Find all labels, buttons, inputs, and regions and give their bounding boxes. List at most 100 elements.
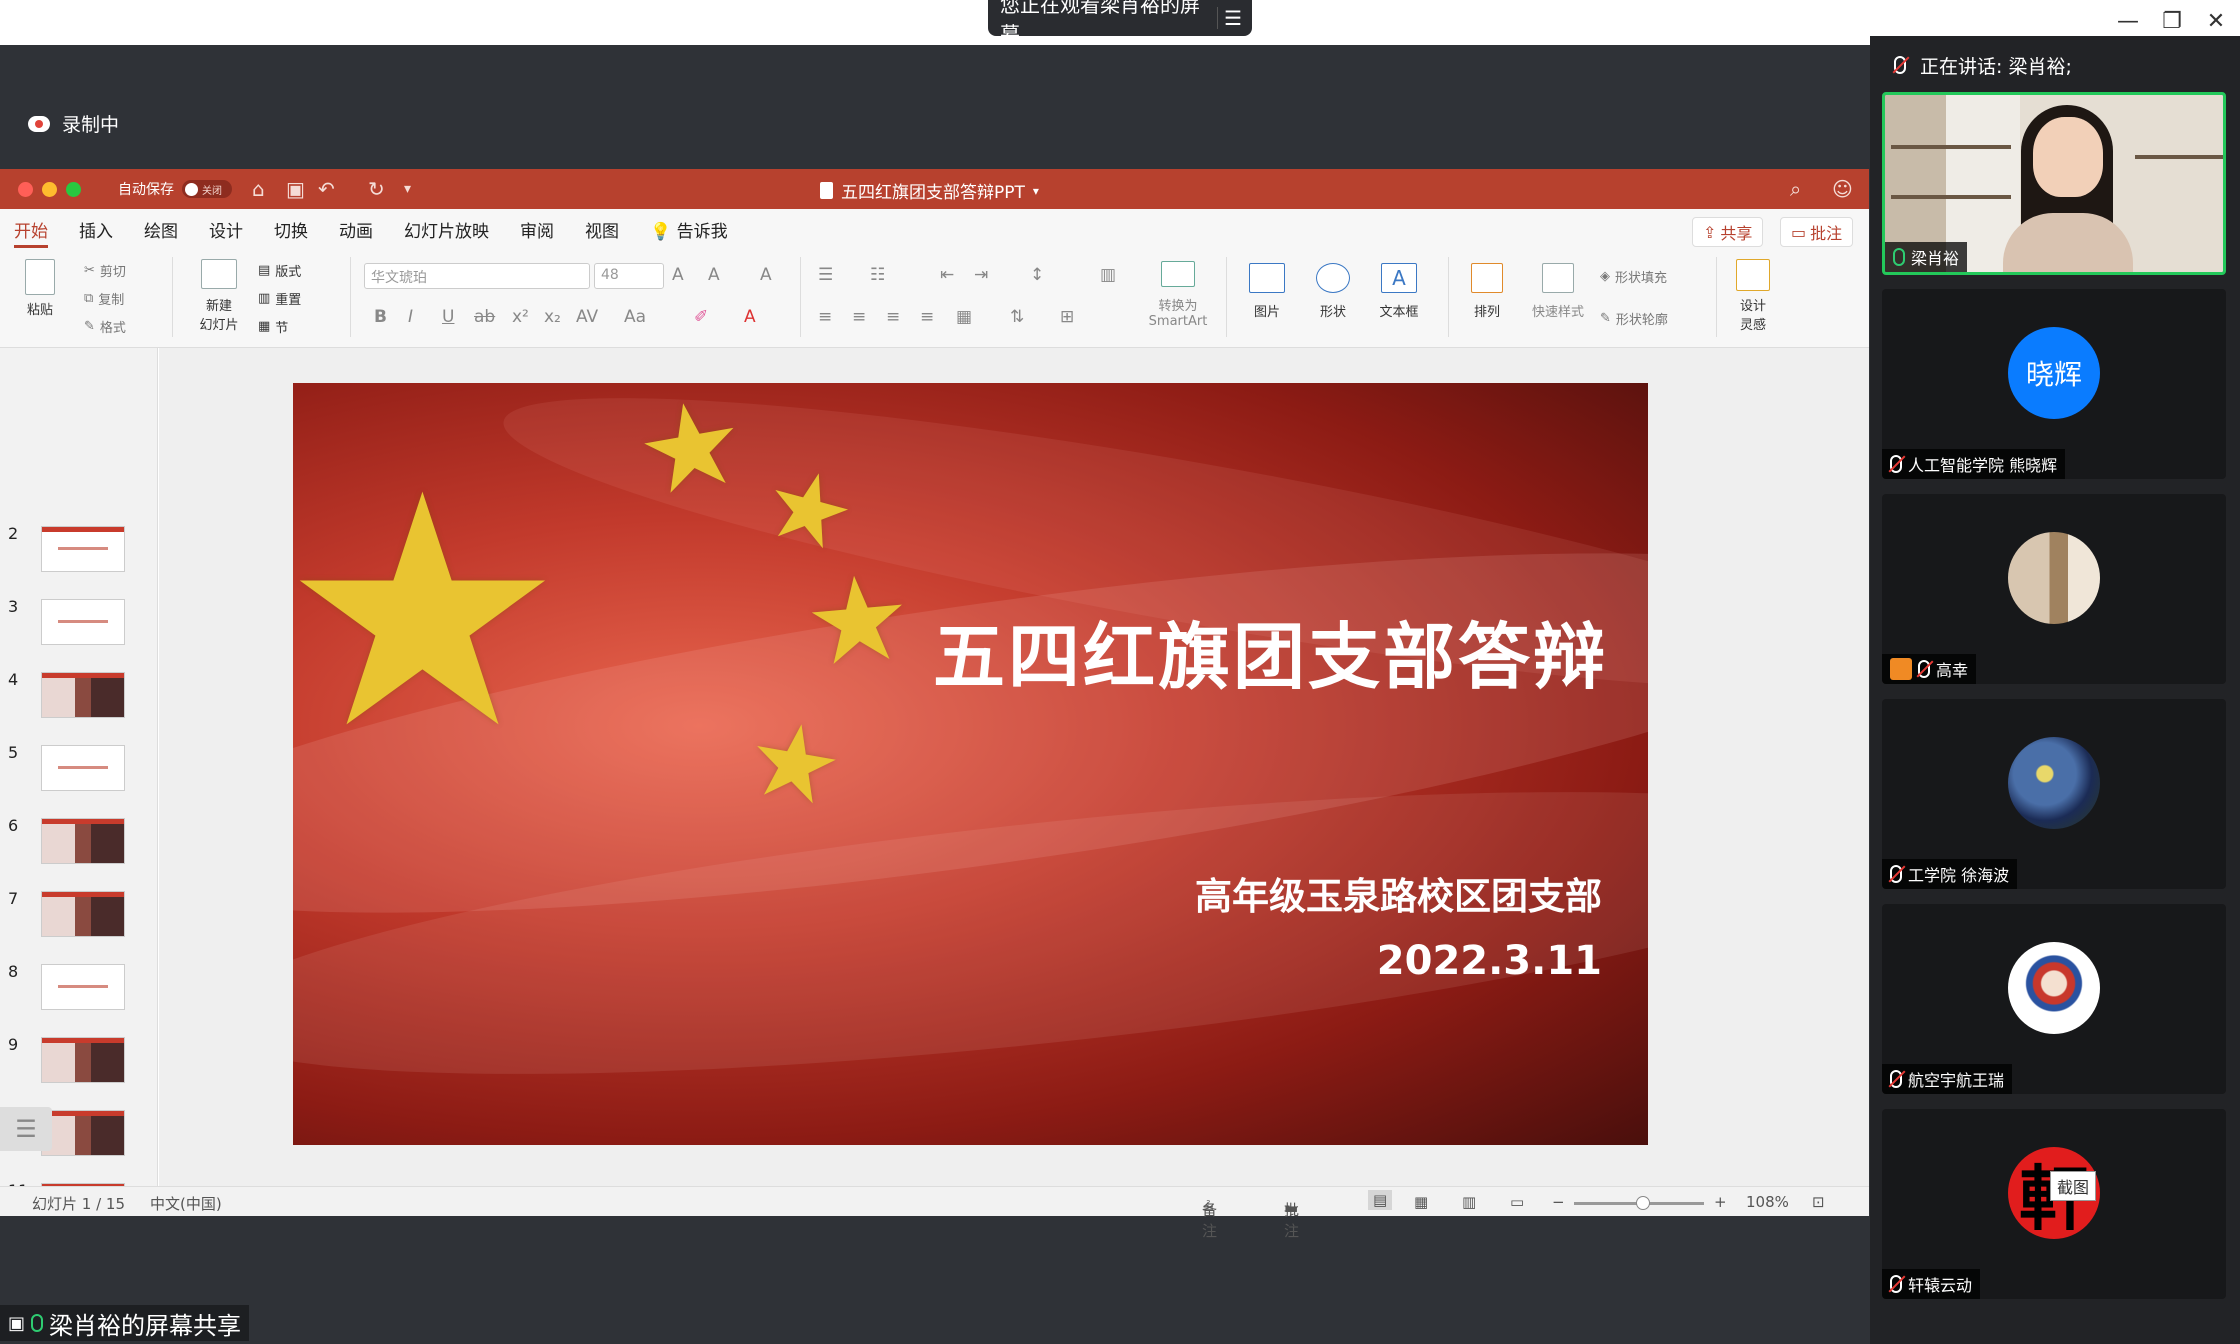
slide-thumbnail[interactable] [41, 599, 125, 645]
participant-tile[interactable]: 軒 截图 轩辕云动 [1882, 1109, 2226, 1299]
highlight-icon[interactable]: ✐ [694, 307, 708, 327]
undo-icon[interactable]: ↶ [318, 177, 335, 201]
bullets-icon[interactable]: ☰ [818, 265, 833, 285]
clear-format-icon[interactable]: A [760, 265, 772, 285]
copy-button[interactable]: ⧉ 复制 [84, 289, 124, 308]
shape-button[interactable]: 形状 [1306, 263, 1360, 320]
slide-thumbnail[interactable] [41, 818, 125, 864]
align-right-icon[interactable]: ≡ [886, 307, 900, 327]
zoom-traffic-light[interactable] [66, 182, 81, 197]
participant-tile[interactable]: 晓辉 人工智能学院 熊晓辉 [1882, 289, 2226, 479]
zoom-in-icon[interactable]: + [1714, 1193, 1727, 1211]
comments-button[interactable]: ▭ 批注 [1780, 217, 1854, 247]
reset-button[interactable]: ▥ 重置 [258, 289, 301, 308]
decrease-font-icon[interactable]: A [708, 265, 720, 285]
strikethrough-icon[interactable]: ab [474, 307, 495, 327]
columns-icon[interactable]: ▥ [1100, 265, 1116, 285]
new-slide-button[interactable]: 新建 幻灯片 [192, 259, 246, 333]
slide-title[interactable]: 五四红旗团支部答辩 [933, 598, 1608, 703]
decrease-indent-icon[interactable]: ⇤ [940, 265, 954, 285]
tab-review[interactable]: 审阅 [520, 217, 554, 242]
restore-button[interactable]: ❐ [2154, 6, 2190, 36]
shape-fill-button[interactable]: ◈ 形状填充 [1600, 267, 1667, 286]
zoom-slider-thumb[interactable] [1636, 1196, 1650, 1210]
bold-icon[interactable]: B [374, 307, 387, 327]
tab-tell-me[interactable]: 💡 告诉我 [650, 217, 728, 242]
current-slide[interactable]: ★ ★ ★ ★ ★ 五四红旗团支部答辩 高年级玉泉路校区团支部 2022.3.1… [293, 383, 1648, 1145]
participant-tile[interactable]: 工学院 徐海波 [1882, 699, 2226, 889]
list-icon[interactable]: ☰ [1224, 6, 1242, 30]
tab-transitions[interactable]: 切换 [274, 217, 308, 242]
textbox-button[interactable]: A 文本框 [1372, 263, 1426, 320]
text-direction-icon[interactable]: ⇅ [1010, 307, 1024, 327]
slide-thumbnail[interactable] [41, 745, 125, 791]
tab-design[interactable]: 设计 [209, 217, 243, 242]
format-painter-button[interactable]: ✎ 格式 [84, 317, 126, 336]
font-color-icon[interactable]: A [744, 307, 756, 327]
chevron-down-icon[interactable]: ▾ [1033, 184, 1039, 198]
tab-home[interactable]: 开始 [14, 217, 48, 248]
account-icon[interactable]: ☺ [1832, 177, 1853, 201]
participant-tile[interactable]: 航空宇航王瑞 [1882, 904, 2226, 1094]
font-name-select[interactable]: 华文琥珀 [364, 263, 590, 289]
arrange-button[interactable]: 排列 [1460, 263, 1514, 320]
convert-smartart-button[interactable]: 转换为 SmartArt [1140, 261, 1216, 329]
minimize-button[interactable]: — [2110, 6, 2146, 36]
font-size-select[interactable]: 48 [594, 263, 664, 289]
superscript-icon[interactable]: x² [512, 307, 529, 327]
justify-icon[interactable]: ≡ [920, 307, 934, 327]
layout-button[interactable]: ▤ 版式 [258, 261, 301, 280]
underline-icon[interactable]: U [442, 307, 454, 327]
align-text-icon[interactable]: ⊞ [1060, 307, 1074, 327]
increase-font-icon[interactable]: A [672, 265, 684, 285]
save-icon[interactable]: ▣ [286, 177, 305, 201]
share-button[interactable]: ⇪ 共享 [1692, 217, 1764, 247]
shape-outline-button[interactable]: ✎ 形状轮廓 [1600, 309, 1668, 328]
distributed-icon[interactable]: ▦ [956, 307, 972, 327]
language[interactable]: 中文(中国) [150, 1193, 222, 1214]
change-case-icon[interactable]: Aa [624, 307, 646, 327]
minimize-traffic-light[interactable] [42, 182, 57, 197]
slide-subtitle[interactable]: 高年级玉泉路校区团支部 [1195, 866, 1602, 920]
autosave-toggle[interactable]: 关闭 [182, 180, 232, 198]
outline-view-icon[interactable]: ☰ [0, 1107, 52, 1151]
autosave[interactable]: 自动保存 关闭 [118, 179, 232, 199]
slide-thumbnail[interactable] [41, 526, 125, 572]
participant-tile[interactable]: 梁肖裕 [1882, 92, 2226, 275]
designer-button[interactable]: 设计 灵感 [1728, 259, 1778, 333]
viewing-banner[interactable]: 您正在观看梁肖裕的屏幕 ☰ [988, 0, 1252, 46]
slide-thumbnail[interactable] [41, 1110, 125, 1156]
normal-view-icon[interactable]: ▤ [1368, 1190, 1393, 1210]
paste-button[interactable]: 粘贴 [18, 259, 62, 318]
tab-view[interactable]: 视图 [585, 217, 619, 242]
subscript-icon[interactable]: x₂ [544, 307, 561, 327]
slide-date[interactable]: 2022.3.11 [1377, 938, 1602, 984]
picture-button[interactable]: 图片 [1240, 263, 1294, 320]
redo-icon[interactable]: ↻ [368, 177, 385, 201]
increase-indent-icon[interactable]: ⇥ [974, 265, 988, 285]
slide-thumbnail[interactable] [41, 964, 125, 1010]
align-left-icon[interactable]: ≡ [818, 307, 832, 327]
close-button[interactable]: ✕ [2198, 6, 2234, 36]
search-icon[interactable]: ⌕ [1790, 177, 1801, 201]
slide-thumbnail[interactable] [41, 672, 125, 718]
numbering-icon[interactable]: ☷ [870, 265, 885, 285]
tab-insert[interactable]: 插入 [79, 217, 113, 242]
quick-styles-button[interactable]: 快速样式 [1526, 263, 1590, 320]
reading-view-icon[interactable]: ▥ [1462, 1193, 1476, 1211]
zoom-out-icon[interactable]: − [1552, 1193, 1565, 1211]
close-traffic-light[interactable] [18, 182, 33, 197]
line-spacing-icon[interactable]: ↕ [1030, 265, 1044, 285]
home-icon[interactable]: ⌂ [252, 177, 265, 201]
fit-to-window-icon[interactable]: ⊡ [1812, 1193, 1825, 1211]
participant-tile[interactable]: 高幸 [1882, 494, 2226, 684]
customize-toolbar-icon[interactable]: ▾ [404, 181, 411, 197]
align-center-icon[interactable]: ≡ [852, 307, 866, 327]
section-button[interactable]: ▦ 节 [258, 317, 288, 336]
italic-icon[interactable]: I [408, 307, 413, 327]
slide-thumbnail[interactable] [41, 891, 125, 937]
char-spacing-icon[interactable]: AV [576, 307, 598, 327]
cut-button[interactable]: ✂ 剪切 [84, 261, 126, 280]
tab-draw[interactable]: 绘图 [144, 217, 178, 242]
zoom-level[interactable]: 108% [1746, 1193, 1789, 1211]
